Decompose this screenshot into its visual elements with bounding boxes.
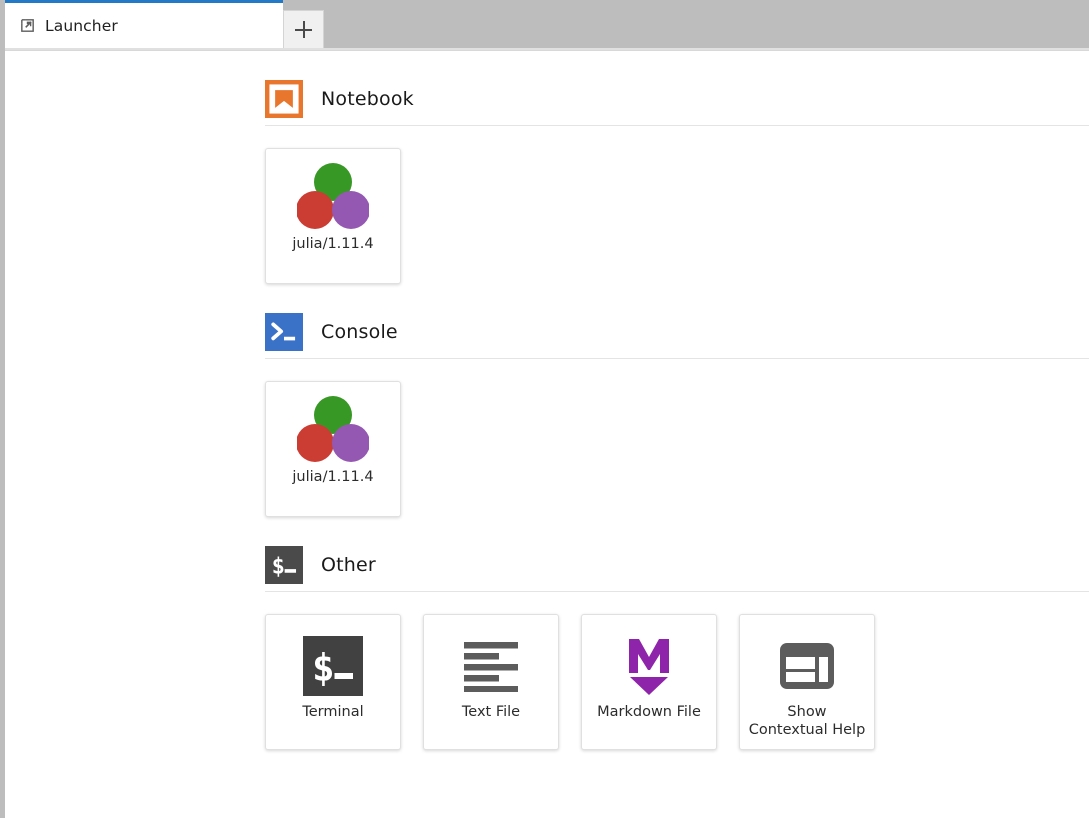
section-console-title: Console bbox=[321, 321, 398, 343]
left-dock-splitter bbox=[0, 0, 5, 818]
launcher-card-notebook-julia[interactable]: julia/1.11.4 bbox=[265, 148, 401, 284]
contextual-help-panels-icon bbox=[779, 642, 835, 690]
section-other-header: $ Other bbox=[265, 539, 1089, 591]
launcher-card-label: Markdown File bbox=[591, 703, 707, 721]
card-icon-wrap: $ bbox=[303, 629, 363, 703]
section-console-header: Console bbox=[265, 306, 1089, 358]
add-tab-button[interactable] bbox=[283, 10, 324, 48]
card-icon-wrap bbox=[462, 629, 520, 703]
section-notebook-header: Notebook bbox=[265, 73, 1089, 125]
tab-bar: Launcher bbox=[0, 0, 1089, 48]
jupyterlab-window: Launcher Notebook bbox=[0, 0, 1089, 818]
launcher-card-markdown-file[interactable]: Markdown File bbox=[581, 614, 717, 750]
launcher-card-text-file[interactable]: Text File bbox=[423, 614, 559, 750]
section-other-divider bbox=[265, 591, 1089, 592]
console-prompt-icon bbox=[265, 313, 303, 351]
tab-launcher-label: Launcher bbox=[45, 17, 118, 35]
card-icon-wrap bbox=[620, 629, 678, 703]
plus-icon bbox=[295, 21, 312, 38]
launcher-card-console-julia[interactable]: julia/1.11.4 bbox=[265, 381, 401, 517]
launcher-card-label: Show Contextual Help bbox=[743, 703, 872, 739]
launcher-card-contextual-help[interactable]: Show Contextual Help bbox=[739, 614, 875, 750]
section-console: Console julia/1.11.4 bbox=[265, 306, 1089, 517]
other-card-row: $ Terminal bbox=[265, 614, 1089, 750]
section-notebook-divider bbox=[265, 125, 1089, 126]
card-icon-wrap bbox=[779, 629, 835, 703]
section-notebook: Notebook julia/1.11.4 bbox=[265, 73, 1089, 284]
tab-launcher[interactable]: Launcher bbox=[5, 0, 283, 48]
launch-external-link-icon bbox=[19, 17, 36, 34]
notebook-card-row: julia/1.11.4 bbox=[265, 148, 1089, 284]
julia-logo-icon bbox=[297, 162, 369, 230]
launcher-panel: Notebook julia/1.11.4 bbox=[0, 51, 1089, 818]
launcher-card-label: Terminal bbox=[296, 703, 369, 721]
launcher-card-terminal[interactable]: $ Terminal bbox=[265, 614, 401, 750]
console-card-row: julia/1.11.4 bbox=[265, 381, 1089, 517]
launcher-sections: Notebook julia/1.11.4 bbox=[5, 73, 1089, 750]
text-file-lines-icon bbox=[462, 640, 520, 692]
notebook-bookmark-icon bbox=[265, 80, 303, 118]
markdown-m-icon bbox=[620, 635, 678, 697]
launcher-card-label: julia/1.11.4 bbox=[286, 235, 379, 253]
section-other: $ Other $ bbox=[265, 539, 1089, 750]
launcher-card-label: julia/1.11.4 bbox=[286, 468, 379, 486]
julia-logo-icon bbox=[297, 395, 369, 463]
svg-text:$: $ bbox=[312, 646, 335, 690]
terminal-dollar-icon: $ bbox=[265, 546, 303, 584]
launcher-card-label: Text File bbox=[456, 703, 526, 721]
card-icon-wrap bbox=[297, 157, 369, 235]
card-icon-wrap bbox=[297, 390, 369, 468]
section-console-divider bbox=[265, 358, 1089, 359]
section-notebook-title: Notebook bbox=[321, 88, 414, 110]
svg-text:$: $ bbox=[272, 554, 285, 580]
terminal-dollar-icon: $ bbox=[303, 636, 363, 696]
section-other-title: Other bbox=[321, 554, 376, 576]
